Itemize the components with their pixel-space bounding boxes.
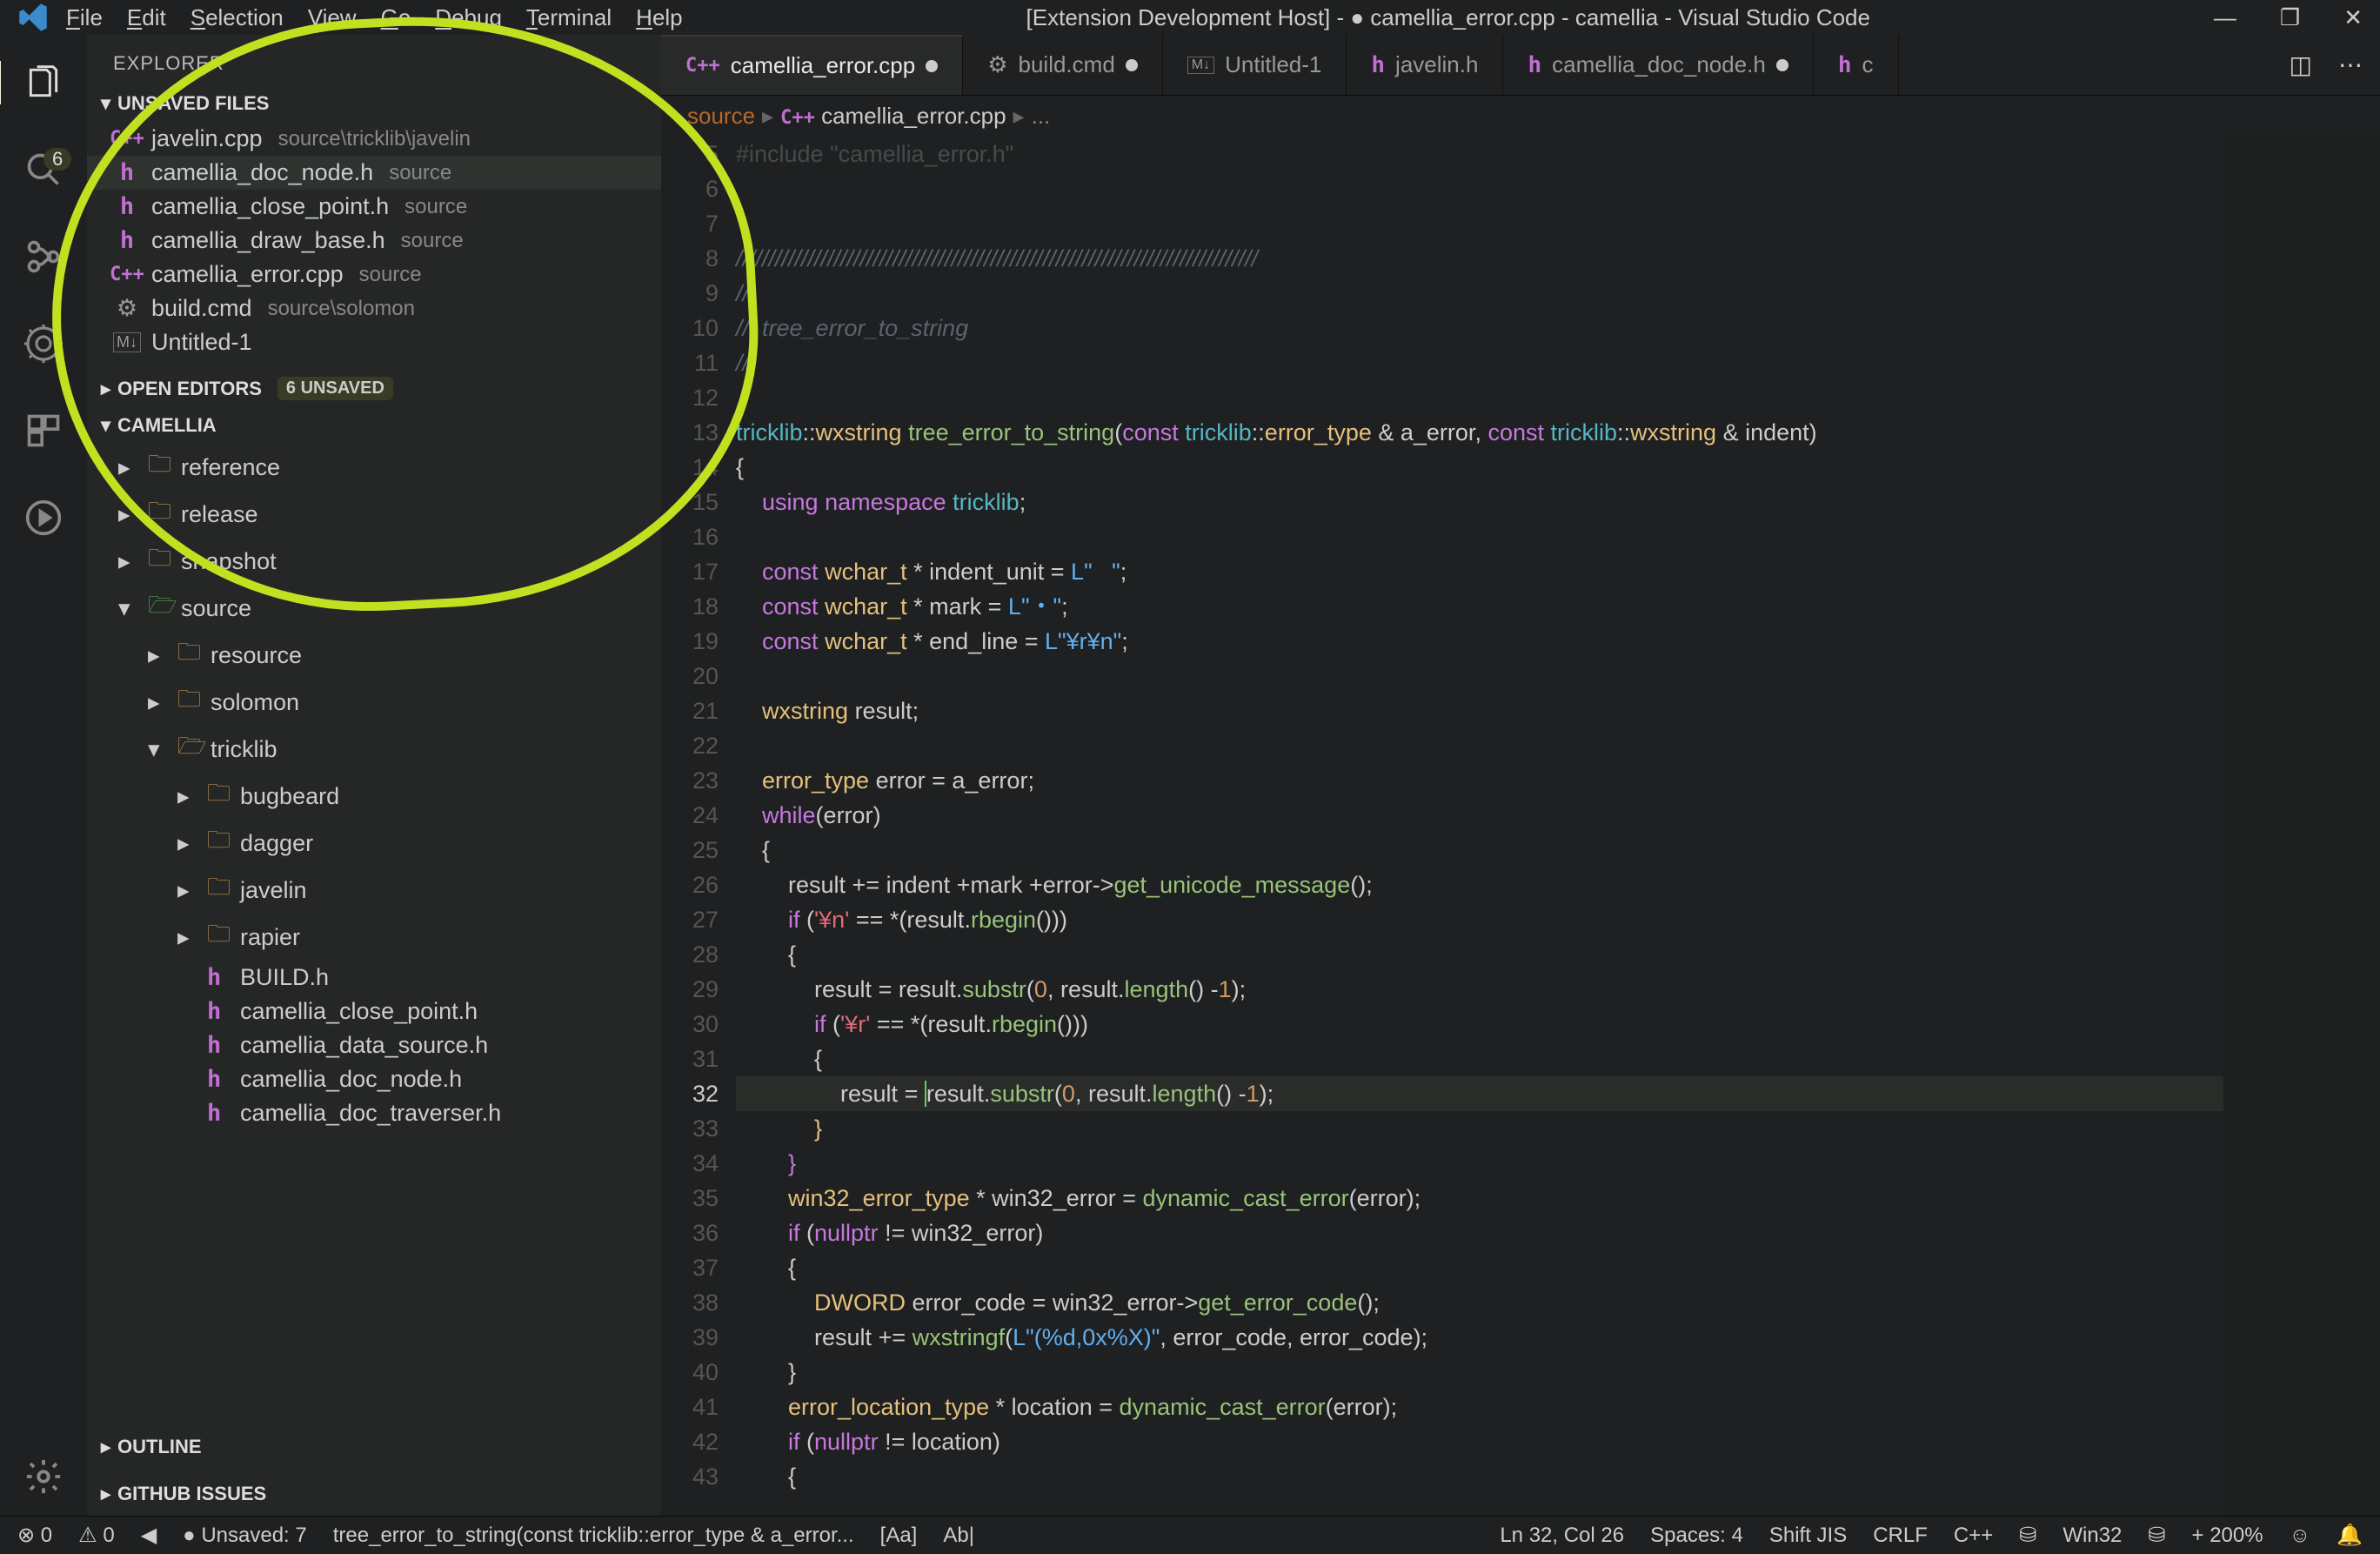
extensions-icon[interactable] xyxy=(22,409,65,452)
tree-item[interactable]: ▸🗀resource xyxy=(96,632,661,679)
line-gutter: 5678910111213141516171819202122232425262… xyxy=(661,137,736,1516)
section-open-editors[interactable]: ▸OPEN EDITORS6 UNSAVED xyxy=(87,370,661,407)
unsaved-file-item[interactable]: hcamellia_draw_base.hsource xyxy=(87,224,661,258)
tree-item[interactable]: ▸🗀bugbeard xyxy=(96,773,661,820)
status-function[interactable]: tree_error_to_string(const tricklib::err… xyxy=(333,1524,854,1548)
code-editor[interactable]: 5678910111213141516171819202122232425262… xyxy=(661,137,2380,1516)
status-eol[interactable]: CRLF xyxy=(1873,1524,1928,1548)
unsaved-file-item[interactable]: C++camellia_error.cppsource xyxy=(87,258,661,291)
scm-icon[interactable] xyxy=(22,235,65,278)
editor-tab[interactable]: hjavelin.h xyxy=(1347,35,1503,95)
menu-edit[interactable]: Edit xyxy=(127,4,166,31)
tree-item[interactable]: ▾🗁tricklib xyxy=(96,726,661,773)
tree-item[interactable]: ▸🗀rapier xyxy=(96,914,661,961)
unsaved-file-item[interactable]: hcamellia_doc_node.hsource xyxy=(87,156,661,190)
section-workspace[interactable]: ▾CAMELLIA xyxy=(87,407,661,444)
activity-bar: 6 xyxy=(0,35,87,1516)
menu-debug[interactable]: Debug xyxy=(435,4,502,31)
vscode-logo-icon xyxy=(17,2,49,33)
status-spaces[interactable]: Spaces: 4 xyxy=(1650,1524,1743,1548)
menu-terminal[interactable]: Terminal xyxy=(526,4,612,31)
status-db-icon[interactable]: ⛁ xyxy=(2019,1523,2036,1548)
tree-item[interactable]: ▸🗀release xyxy=(96,491,661,538)
menu-help[interactable]: Help xyxy=(636,4,682,31)
code-text[interactable]: #include "camellia_error.h" ////////////… xyxy=(736,137,2223,1516)
gear-icon[interactable] xyxy=(22,1455,65,1498)
breadcrumb-seg[interactable]: camellia_error.cpp xyxy=(821,103,1006,129)
close-icon[interactable]: ✕ xyxy=(2343,4,2363,31)
status-feedback-icon[interactable]: ☺ xyxy=(2290,1524,2311,1548)
run-icon[interactable] xyxy=(22,496,65,539)
editor-tab[interactable]: ⚙build.cmd xyxy=(963,35,1163,95)
status-aa[interactable]: [Aa] xyxy=(880,1524,918,1548)
tree-item[interactable]: hcamellia_doc_node.h xyxy=(96,1062,661,1096)
status-db2-icon[interactable]: ⛁ xyxy=(2148,1523,2165,1548)
editor-tab[interactable]: C++camellia_error.cpp xyxy=(661,35,963,95)
tree-item[interactable]: ▸🗀snapshot xyxy=(96,538,661,585)
sidebar: EXPLORER ▾UNSAVED FILES C++javelin.cppso… xyxy=(87,35,661,1516)
window-controls: — ❐ ✕ xyxy=(2214,4,2363,31)
unsaved-file-item[interactable]: ⚙build.cmdsource\solomon xyxy=(87,291,661,325)
tree-item[interactable]: hcamellia_data_source.h xyxy=(96,1028,661,1062)
status-back-icon[interactable]: ◀ xyxy=(141,1523,157,1548)
status-warnings[interactable]: ⚠ 0 xyxy=(78,1523,115,1548)
status-zoom[interactable]: + 200% xyxy=(2192,1524,2263,1548)
menu-selection[interactable]: Selection xyxy=(191,4,284,31)
editor-tab[interactable]: M↓Untitled-1 xyxy=(1163,35,1347,95)
menu-go[interactable]: Go xyxy=(381,4,411,31)
unsaved-file-item[interactable]: C++javelin.cppsource\tricklib\javelin xyxy=(87,122,661,156)
explorer-icon[interactable] xyxy=(0,61,65,104)
status-encoding[interactable]: Shift JIS xyxy=(1769,1524,1847,1548)
unsaved-file-item[interactable]: hcamellia_close_point.hsource xyxy=(87,190,661,224)
editor-tabs: C++camellia_error.cpp⚙build.cmdM↓Untitle… xyxy=(661,35,2380,96)
section-github-issues[interactable]: ▸GITHUB ISSUES xyxy=(87,1476,661,1512)
status-errors[interactable]: ⊗ 0 xyxy=(17,1523,52,1548)
minimap[interactable] xyxy=(2223,137,2380,1516)
sidebar-header: EXPLORER xyxy=(87,35,661,85)
status-unsaved[interactable]: ● Unsaved: 7 xyxy=(183,1524,307,1548)
breadcrumb-seg[interactable]: source xyxy=(687,103,755,129)
tree-item[interactable]: hcamellia_doc_traverser.h xyxy=(96,1096,661,1130)
editor-tab[interactable]: hc xyxy=(1814,35,1899,95)
editor-tab[interactable]: hcamellia_doc_node.h xyxy=(1503,35,1813,95)
maximize-icon[interactable]: ❐ xyxy=(2280,4,2300,31)
editor-area: C++camellia_error.cpp⚙build.cmdM↓Untitle… xyxy=(661,35,2380,1516)
breadcrumb[interactable]: source▸C++ camellia_error.cpp▸... xyxy=(661,96,2380,137)
unsaved-file-item[interactable]: M↓Untitled-1 xyxy=(87,325,661,359)
section-unsaved-files[interactable]: ▾UNSAVED FILES xyxy=(87,85,661,122)
menu-bar: File Edit Selection View Go Debug Termin… xyxy=(66,4,683,31)
tree-item[interactable]: ▸🗀solomon xyxy=(96,679,661,726)
more-actions-icon[interactable]: ⋯ xyxy=(2338,50,2363,79)
status-position[interactable]: Ln 32, Col 26 xyxy=(1500,1524,1624,1548)
section-outline[interactable]: ▸OUTLINE xyxy=(87,1429,661,1465)
window-title: [Extension Development Host] - ● camelli… xyxy=(683,4,2214,31)
status-bell-icon[interactable]: 🔔 xyxy=(2337,1523,2363,1548)
explorer-badge: 6 xyxy=(43,148,71,171)
status-ab[interactable]: Ab| xyxy=(943,1524,974,1548)
status-bar: ⊗ 0 ⚠ 0 ◀ ● Unsaved: 7 tree_error_to_str… xyxy=(0,1516,2380,1554)
split-editor-icon[interactable]: ◫ xyxy=(2290,50,2312,79)
tree-item[interactable]: ▾🗁source xyxy=(96,585,661,632)
minimize-icon[interactable]: — xyxy=(2214,4,2236,31)
breadcrumb-seg[interactable]: ... xyxy=(1032,103,1051,129)
tree-item[interactable]: ▸🗀reference xyxy=(96,444,661,491)
debug-icon[interactable] xyxy=(22,322,65,365)
tree-item[interactable]: hBUILD.h xyxy=(96,961,661,995)
menu-file[interactable]: File xyxy=(66,4,103,31)
titlebar: File Edit Selection View Go Debug Termin… xyxy=(0,0,2380,35)
tree-item[interactable]: hcamellia_close_point.h xyxy=(96,995,661,1028)
tree-item[interactable]: ▸🗀dagger xyxy=(96,820,661,867)
status-language[interactable]: C++ xyxy=(1954,1524,1993,1548)
menu-view[interactable]: View xyxy=(308,4,357,31)
status-platform[interactable]: Win32 xyxy=(2062,1524,2122,1548)
tree-item[interactable]: ▸🗀javelin xyxy=(96,867,661,914)
